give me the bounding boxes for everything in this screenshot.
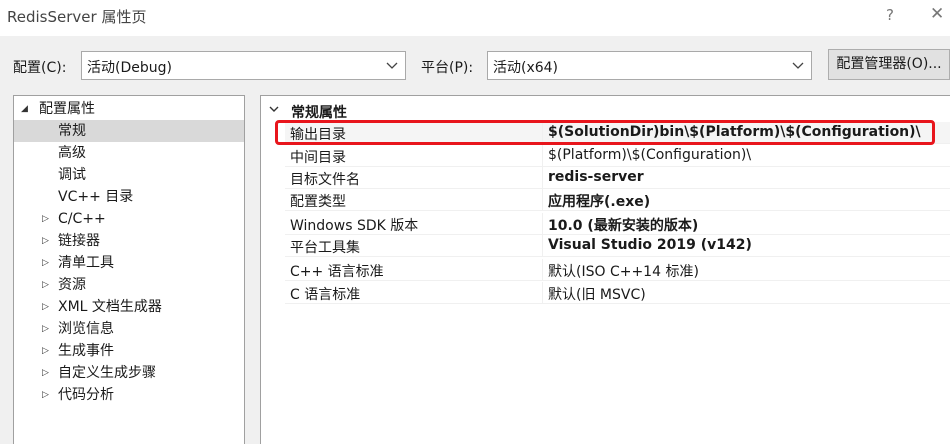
- property-name: 平台工具集: [290, 240, 360, 256]
- column-separator: [542, 213, 543, 235]
- tree-item-label: 链接器: [58, 233, 100, 249]
- expanded-arrow-icon[interactable]: ◢: [21, 98, 28, 120]
- platform-dropdown[interactable]: 活动(x64): [487, 51, 812, 80]
- property-row[interactable]: 输出目录 $(SolutionDir)bin\$(Platform)\$(Con…: [285, 122, 950, 144]
- tree-item-debugging[interactable]: 调试: [14, 164, 244, 186]
- property-value[interactable]: $(Platform)\$(Configuration)\: [548, 147, 751, 163]
- tree-item-custom-build-step[interactable]: ▷ 自定义生成步骤: [14, 362, 244, 384]
- tree-item-browse-info[interactable]: ▷ 浏览信息: [14, 318, 244, 340]
- close-button[interactable]: ✕: [930, 4, 944, 24]
- config-dropdown[interactable]: 活动(Debug): [81, 51, 406, 80]
- collapsed-arrow-icon[interactable]: ▷: [42, 318, 49, 340]
- collapsed-arrow-icon[interactable]: ▷: [42, 362, 49, 384]
- collapsed-arrow-icon[interactable]: ▷: [42, 384, 49, 406]
- property-row[interactable]: C 语言标准 默认(旧 MSVC): [285, 282, 950, 304]
- title-bar: RedisServer 属性页 ? ✕: [0, 0, 950, 36]
- property-value[interactable]: Visual Studio 2019 (v142): [548, 237, 752, 253]
- property-name: 输出目录: [290, 127, 346, 143]
- collapsed-arrow-icon[interactable]: ▷: [42, 208, 49, 230]
- platform-dropdown-value: 活动(x64): [493, 60, 559, 76]
- collapsed-arrow-icon[interactable]: ▷: [42, 274, 49, 296]
- tree-item-label: C/C++: [58, 211, 106, 227]
- tree-item-label: 常规: [58, 123, 86, 139]
- collapsed-arrow-icon[interactable]: ▷: [42, 230, 49, 252]
- tree-item-linker[interactable]: ▷ 链接器: [14, 230, 244, 252]
- property-row[interactable]: 中间目录 $(Platform)\$(Configuration)\: [285, 145, 950, 167]
- property-value[interactable]: 应用程序(.exe): [548, 191, 650, 211]
- tree-item-label: 自定义生成步骤: [58, 365, 156, 381]
- property-row[interactable]: 平台工具集 Visual Studio 2019 (v142): [285, 235, 950, 257]
- column-separator: [542, 189, 543, 211]
- property-name: C++ 语言标准: [290, 264, 384, 280]
- collapsed-arrow-icon[interactable]: ▷: [42, 296, 49, 318]
- property-value[interactable]: 默认(ISO C++14 标准): [548, 261, 699, 281]
- tree-item-label: 浏览信息: [58, 321, 114, 337]
- tree-root-item[interactable]: ◢ 配置属性: [14, 98, 244, 120]
- property-name: C 语言标准: [290, 287, 361, 303]
- tree-item-xml-doc-generator[interactable]: ▷ XML 文档生成器: [14, 296, 244, 318]
- collapsed-arrow-icon[interactable]: ▷: [42, 252, 49, 274]
- tree-item-resources[interactable]: ▷ 资源: [14, 274, 244, 296]
- property-row[interactable]: 目标文件名 redis-server: [285, 167, 950, 189]
- window-title: RedisServer 属性页: [7, 8, 147, 26]
- tree-item-vc-directories[interactable]: VC++ 目录: [14, 186, 244, 208]
- property-value[interactable]: redis-server: [548, 169, 644, 185]
- property-name: 配置类型: [290, 194, 346, 210]
- column-separator: [542, 282, 543, 304]
- help-button[interactable]: ?: [886, 6, 894, 24]
- collapsed-arrow-icon[interactable]: ▷: [42, 340, 49, 362]
- column-separator: [542, 167, 543, 189]
- chevron-down-icon: [792, 62, 804, 69]
- tree-item-general[interactable]: 常规: [14, 120, 244, 142]
- tree-item-advanced[interactable]: 高级: [14, 142, 244, 164]
- tree-item-code-analysis[interactable]: ▷ 代码分析: [14, 384, 244, 406]
- collapse-arrow-icon[interactable]: [268, 103, 280, 115]
- tree-root-label: 配置属性: [39, 101, 95, 117]
- tree-item-c-cpp[interactable]: ▷ C/C++: [14, 208, 244, 230]
- tree-item-label: VC++ 目录: [58, 189, 134, 205]
- config-dropdown-value: 活动(Debug): [87, 60, 172, 76]
- tree-item-label: 资源: [58, 277, 86, 293]
- property-value[interactable]: 默认(旧 MSVC): [548, 284, 646, 304]
- column-separator: [542, 145, 543, 167]
- tree-item-label: 调试: [58, 167, 86, 183]
- category-label: 常规属性: [291, 105, 347, 121]
- property-row[interactable]: Windows SDK 版本 10.0 (最新安装的版本): [285, 213, 950, 235]
- category-header[interactable]: 常规属性: [261, 99, 950, 121]
- tree-item-label: XML 文档生成器: [58, 299, 162, 315]
- column-separator: [542, 235, 543, 257]
- tree-item-label: 生成事件: [58, 343, 114, 359]
- platform-label: 平台(P):: [421, 60, 474, 76]
- tree-item-build-events[interactable]: ▷ 生成事件: [14, 340, 244, 362]
- tree-item-label: 清单工具: [58, 255, 114, 271]
- config-manager-button[interactable]: 配置管理器(O)...: [828, 49, 950, 80]
- property-value[interactable]: 10.0 (最新安装的版本): [548, 215, 698, 235]
- property-row[interactable]: 配置类型 应用程序(.exe): [285, 189, 950, 211]
- property-name: Windows SDK 版本: [290, 218, 419, 234]
- tree-item-manifest-tool[interactable]: ▷ 清单工具: [14, 252, 244, 274]
- property-grid: 常规属性 输出目录 $(SolutionDir)bin\$(Platform)\…: [260, 95, 950, 444]
- tree-item-label: 代码分析: [58, 387, 114, 403]
- property-row[interactable]: C++ 语言标准 默认(ISO C++14 标准): [285, 259, 950, 281]
- column-separator: [542, 122, 543, 144]
- column-separator: [542, 259, 543, 281]
- config-label: 配置(C):: [13, 60, 67, 76]
- chevron-down-icon: [386, 62, 398, 69]
- property-name: 目标文件名: [290, 172, 360, 188]
- property-value[interactable]: $(SolutionDir)bin\$(Platform)\$(Configur…: [548, 124, 921, 140]
- property-name: 中间目录: [290, 150, 346, 166]
- property-tree: ◢ 配置属性 常规 高级 调试 VC++ 目录 ▷ C/C++ ▷ 链接器 ▷ …: [13, 95, 245, 444]
- tree-item-label: 高级: [58, 145, 86, 161]
